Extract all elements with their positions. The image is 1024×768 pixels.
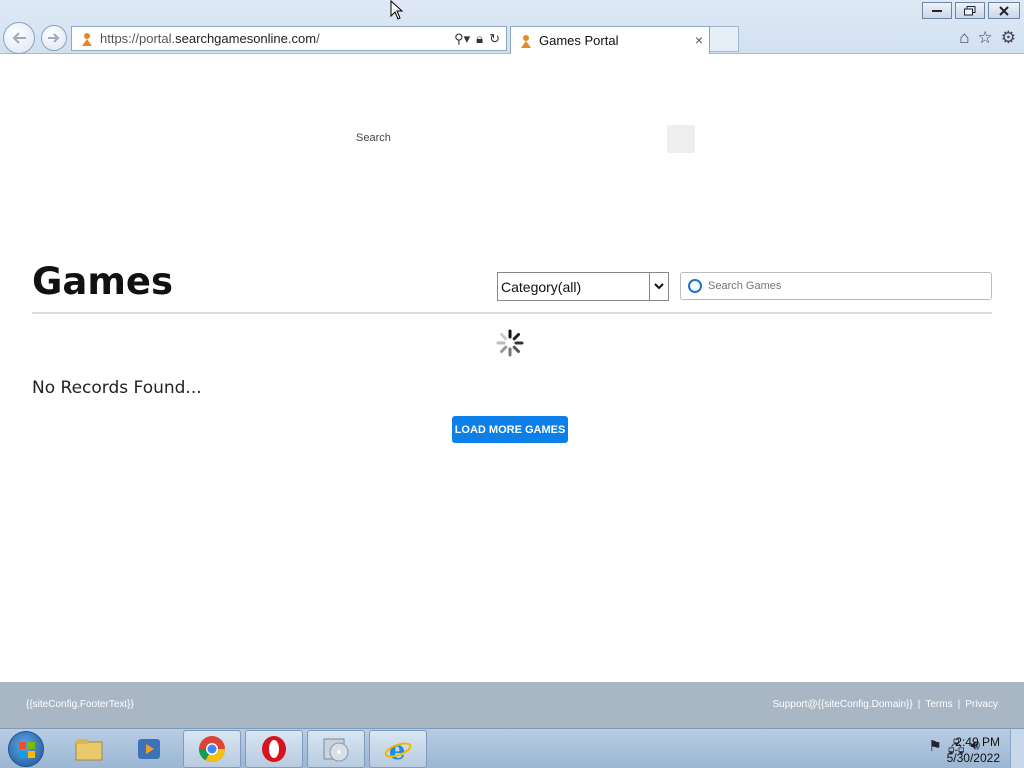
home-icon[interactable]: ⌂: [959, 28, 969, 48]
tab-title: Games Portal: [539, 33, 619, 48]
lock-icon[interactable]: 🔒︎: [476, 31, 483, 47]
search-dropdown-icon[interactable]: ⚲▾: [454, 31, 470, 47]
support-link[interactable]: Support@{{siteConfig.Domain}}: [773, 699, 913, 710]
page-content: Search Games Category(all) No Records Fo…: [0, 55, 1024, 682]
clock-date: 5/30/2022: [946, 751, 1000, 765]
terms-link[interactable]: Terms: [925, 699, 952, 710]
back-arrow-icon: [12, 32, 26, 44]
internet-explorer-icon[interactable]: e: [369, 730, 427, 768]
minimize-button[interactable]: [922, 2, 952, 19]
start-button[interactable]: [8, 731, 44, 767]
top-search-button[interactable]: [667, 125, 695, 153]
loading-spinner-icon: [496, 329, 524, 357]
footer-links: Support@{{siteConfig.Domain}} | Terms | …: [773, 699, 999, 710]
favorites-star-icon[interactable]: ☆: [978, 28, 993, 48]
no-records-message: No Records Found...: [32, 378, 202, 398]
browser-chrome: https://portal.searchgamesonline.com/ ⚲▾…: [0, 0, 1024, 54]
cd-burner-icon[interactable]: [307, 730, 365, 768]
windows-taskbar: e ⚑ 🖧︎ 🔊︎ 2:49 PM 5/30/2022: [0, 728, 1024, 768]
restore-icon: [964, 5, 976, 15]
opera-icon[interactable]: [245, 730, 303, 768]
action-center-icon[interactable]: ⚑: [928, 737, 941, 762]
chrome-icon[interactable]: [183, 730, 241, 768]
clock-time: 2:49 PM: [955, 735, 1000, 749]
media-player-icon[interactable]: [120, 730, 178, 768]
game-search-input[interactable]: [708, 280, 978, 292]
footer-text: {{siteConfig.FooterText}}: [26, 699, 134, 710]
forward-button[interactable]: [41, 25, 67, 51]
mouse-cursor-icon: [390, 0, 404, 20]
site-favicon-icon: [82, 32, 92, 46]
privacy-link[interactable]: Privacy: [965, 699, 998, 710]
search-icon: [688, 279, 702, 293]
footer-separator: |: [917, 699, 921, 710]
tab-favicon-icon: [521, 34, 531, 48]
new-tab-button[interactable]: [710, 26, 739, 52]
file-explorer-icon[interactable]: [60, 730, 118, 768]
header-divider: [32, 312, 992, 314]
tab-games-portal[interactable]: Games Portal ×: [510, 26, 710, 54]
close-button[interactable]: [988, 2, 1020, 19]
show-desktop-button[interactable]: [1010, 729, 1024, 768]
category-select[interactable]: Category(all): [497, 272, 669, 301]
refresh-icon[interactable]: ↻: [489, 31, 500, 47]
close-icon: [999, 5, 1009, 16]
tab-close-icon[interactable]: ×: [695, 32, 703, 48]
site-footer: {{siteConfig.FooterText}} Support@{{site…: [0, 682, 1024, 728]
taskbar-clock[interactable]: 2:49 PM 5/30/2022: [947, 734, 1000, 766]
chevron-down-icon[interactable]: [649, 273, 668, 300]
minimize-icon: [932, 9, 942, 12]
top-search-label: Search: [356, 132, 391, 144]
url-text: https://portal.searchgamesonline.com/: [100, 31, 320, 46]
page-title: Games: [32, 260, 174, 303]
address-bar[interactable]: https://portal.searchgamesonline.com/ ⚲▾…: [71, 26, 507, 51]
windows-logo-icon: [19, 742, 35, 758]
back-button[interactable]: [3, 22, 35, 54]
svg-text:e: e: [389, 736, 406, 764]
forward-arrow-icon: [48, 33, 60, 43]
category-select-value: Category(all): [501, 278, 582, 295]
game-search-box[interactable]: [680, 272, 992, 300]
load-more-games-button[interactable]: LOAD MORE GAMES: [452, 416, 568, 443]
footer-separator: |: [957, 699, 961, 710]
settings-gear-icon[interactable]: ⚙: [1001, 28, 1016, 48]
restore-button[interactable]: [955, 2, 985, 19]
